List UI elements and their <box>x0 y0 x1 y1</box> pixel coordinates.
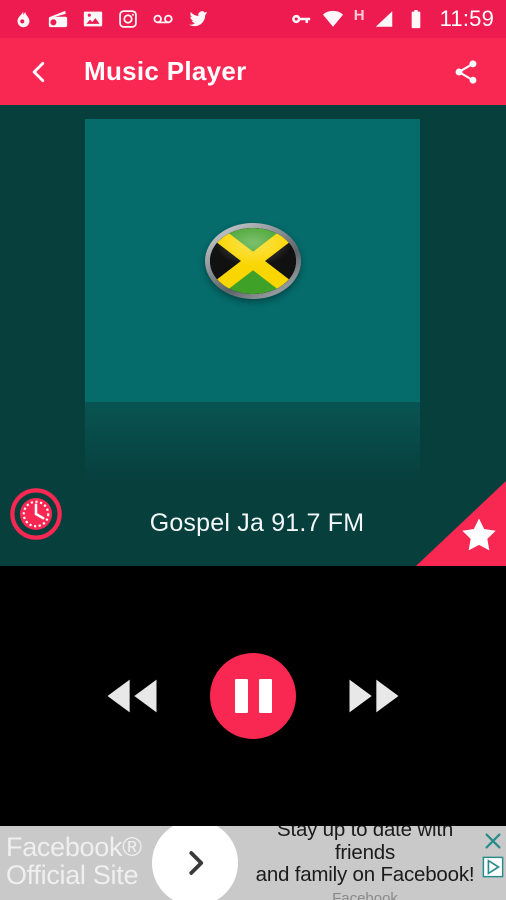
status-bar-clock: 11:59 <box>439 6 494 31</box>
jamaica-flag-icon <box>209 227 296 294</box>
radio-icon <box>47 8 69 30</box>
voicemail-icon <box>152 8 174 30</box>
status-bar: H 11:59 <box>0 0 506 38</box>
ad-headline-line-2: and family on Facebook! <box>255 863 475 887</box>
pause-icon-bar-left <box>234 679 248 713</box>
chevron-left-icon <box>32 61 45 82</box>
ad-source: Facebook <box>332 890 398 900</box>
star-icon <box>458 514 500 556</box>
rewind-icon <box>107 679 157 713</box>
adchoices-button[interactable] <box>482 856 504 878</box>
artwork-reflection <box>85 402 420 482</box>
status-bar-system: H 11:59 <box>290 8 494 30</box>
app-bar: Music Player <box>0 38 506 105</box>
app-screen: H 11:59 Music Player Gospel Ja 91.7 FM F… <box>0 0 506 900</box>
close-icon <box>485 833 501 849</box>
share-icon <box>455 59 477 84</box>
ad-brand-area[interactable]: Facebook® Official Site <box>0 826 240 900</box>
player-controls-area <box>0 566 506 826</box>
station-logo-button[interactable] <box>204 222 301 299</box>
favorite-button[interactable] <box>416 481 506 566</box>
share-button[interactable] <box>444 50 488 94</box>
ad-headline: Stay up to date with friends and family … <box>248 826 482 887</box>
play-pause-button[interactable] <box>210 653 296 739</box>
ad-close-button[interactable] <box>482 830 504 852</box>
previous-button[interactable] <box>98 662 166 730</box>
next-button[interactable] <box>340 662 408 730</box>
flame-icon <box>12 8 34 30</box>
player-controls <box>0 566 506 826</box>
chevron-right-icon <box>189 851 204 875</box>
instagram-icon <box>117 8 139 30</box>
album-artwork <box>85 119 420 402</box>
ad-cta-button[interactable] <box>152 826 238 900</box>
status-bar-notifications <box>12 8 209 30</box>
twitter-icon <box>187 8 209 30</box>
pause-icon-bar-right <box>258 679 272 713</box>
gallery-icon <box>82 8 104 30</box>
wifi-icon <box>322 8 344 30</box>
signal-icon <box>373 8 395 30</box>
station-row: Gospel Ja 91.7 FM <box>0 481 506 566</box>
fast-forward-icon <box>349 679 399 713</box>
back-button[interactable] <box>18 51 60 93</box>
ad-headline-line-1: Stay up to date with friends <box>276 826 454 864</box>
adchoices-icon <box>482 856 504 878</box>
now-playing-area: Gospel Ja 91.7 FM <box>0 105 506 566</box>
vpn-key-icon <box>290 8 312 30</box>
ad-banner[interactable]: Facebook® Official Site Stay up to date … <box>0 826 506 900</box>
ad-copy-area[interactable]: Stay up to date with friends and family … <box>240 826 506 900</box>
network-type-indicator: H <box>353 6 365 24</box>
page-title: Music Player <box>84 56 247 86</box>
battery-charging-icon <box>405 8 427 30</box>
